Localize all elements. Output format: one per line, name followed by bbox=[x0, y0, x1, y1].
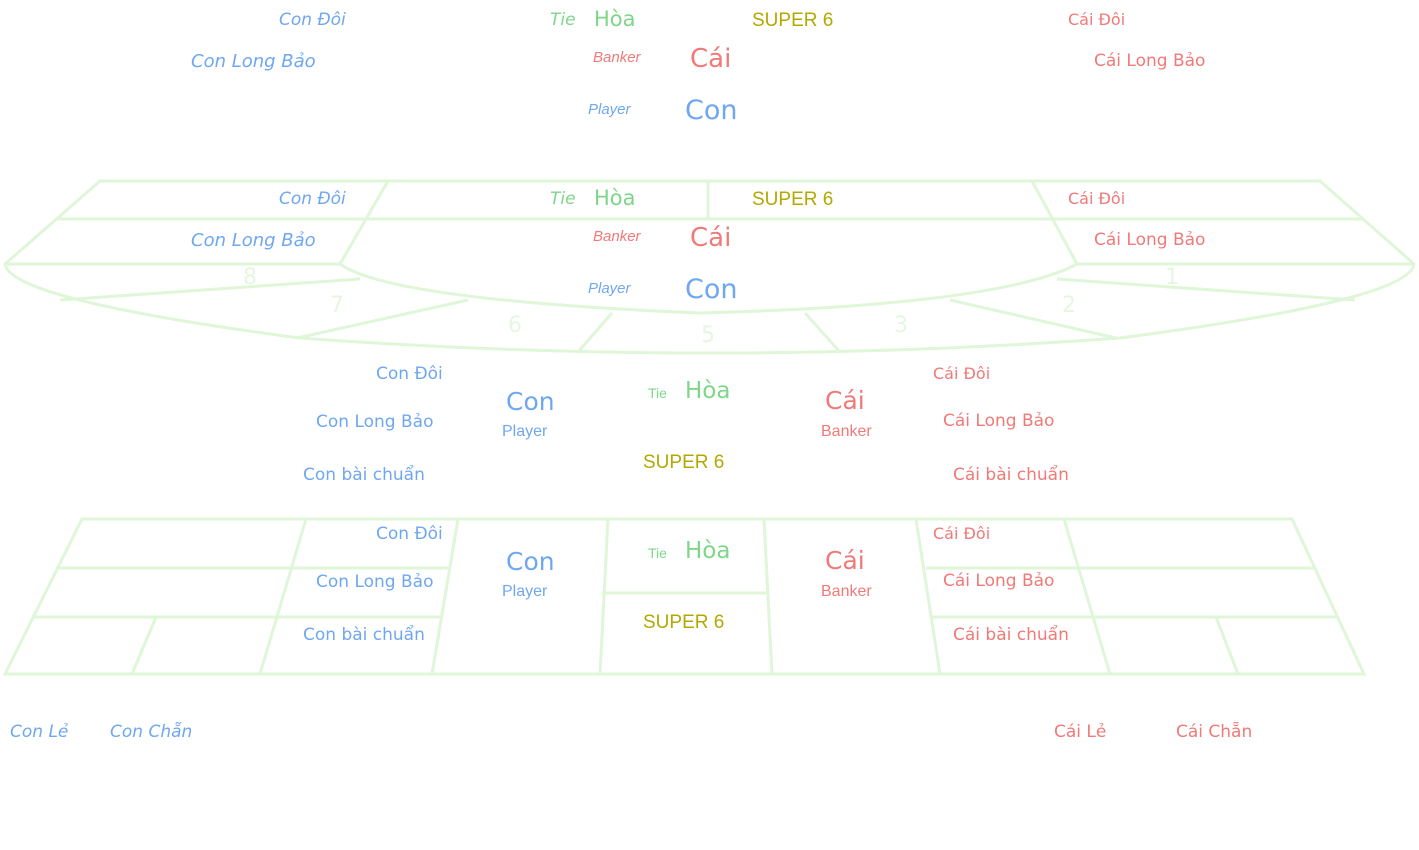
table-number: 1 bbox=[1165, 265, 1179, 290]
table-number: 5 bbox=[701, 323, 715, 348]
banker-vi-label: Cái bbox=[690, 44, 732, 74]
tie-zone[interactable]: Hòa bbox=[594, 188, 636, 209]
player-cell[interactable]: Con bbox=[506, 549, 555, 574]
table-number: 8 bbox=[243, 265, 257, 290]
banker-pair-cell[interactable]: Cái Đôi bbox=[933, 526, 990, 542]
player-pair-cell[interactable]: Con Đôi bbox=[376, 526, 443, 543]
player-en-label-mid: Player bbox=[502, 423, 548, 440]
tie-en-label: Tie bbox=[550, 10, 576, 30]
player-dragon-bonus-label-mid: Con Long Bảo bbox=[316, 412, 434, 432]
table-number: 2 bbox=[1062, 293, 1076, 318]
banker-vi-label-mid: Cái bbox=[825, 386, 865, 415]
banker-odd-label: Cái Lẻ bbox=[1054, 722, 1107, 742]
banker-en-cell: Banker bbox=[821, 583, 872, 600]
banker-even-label: Cái Chẵn bbox=[1176, 722, 1253, 742]
player-even-label: Con Chẵn bbox=[110, 722, 193, 742]
tie-en-label-mid: Tie bbox=[648, 385, 667, 401]
super6-label-mid: SUPER 6 bbox=[643, 452, 725, 473]
banker-natural-cell[interactable]: Cái bài chuẩn bbox=[953, 627, 1069, 644]
super6-zone[interactable]: SUPER 6 bbox=[752, 190, 833, 209]
player-en-zone: Player bbox=[588, 280, 631, 297]
banker-natural-label-mid: Cái bài chuẩn bbox=[953, 465, 1069, 485]
player-pair-label-mid: Con Đôi bbox=[376, 364, 443, 384]
banker-en-label-mid: Banker bbox=[821, 423, 872, 440]
table-number: 3 bbox=[894, 313, 908, 338]
banker-pair-label: Cái Đôi bbox=[1068, 10, 1126, 29]
player-dragon-bonus-cell[interactable]: Con Long Bảo bbox=[316, 574, 433, 591]
tie-vi-label-mid: Hòa bbox=[685, 378, 731, 404]
player-dragon-bonus-zone[interactable]: Con Long Bảo bbox=[191, 232, 316, 250]
player-en-cell: Player bbox=[502, 583, 548, 600]
table-number: 7 bbox=[330, 293, 344, 318]
player-dragon-bonus-label: Con Long Bảo bbox=[191, 51, 316, 72]
player-vi-label-mid: Con bbox=[506, 387, 555, 416]
super6-cell[interactable]: SUPER 6 bbox=[643, 613, 724, 632]
banker-pair-zone[interactable]: Cái Đôi bbox=[1068, 191, 1125, 207]
table-number: 6 bbox=[508, 313, 522, 338]
banker-dragon-bonus-label-mid: Cái Long Bảo bbox=[943, 411, 1055, 431]
tie-en-cell: Tie bbox=[648, 545, 667, 561]
banker-zone[interactable]: Cái bbox=[690, 225, 731, 251]
player-odd-label: Con Lẻ bbox=[10, 722, 69, 742]
player-vi-label: Con bbox=[685, 95, 738, 126]
player-natural-label-mid: Con bài chuẩn bbox=[303, 465, 425, 485]
tie-cell[interactable]: Hòa bbox=[685, 540, 730, 563]
banker-en-label: Banker bbox=[593, 49, 641, 66]
banker-dragon-bonus-zone[interactable]: Cái Long Bảo bbox=[1094, 232, 1205, 249]
banker-dragon-bonus-label: Cái Long Bảo bbox=[1094, 51, 1206, 71]
banker-dragon-bonus-cell[interactable]: Cái Long Bảo bbox=[943, 573, 1054, 590]
banker-en-zone: Banker bbox=[593, 228, 641, 245]
tie-en-zone: Tie bbox=[550, 189, 576, 209]
player-zone[interactable]: Con bbox=[685, 276, 737, 303]
player-pair-label: Con Đôi bbox=[279, 10, 346, 30]
banker-cell[interactable]: Cái bbox=[825, 548, 865, 573]
tie-vi-label: Hòa bbox=[594, 7, 636, 31]
player-natural-cell[interactable]: Con bài chuẩn bbox=[303, 627, 425, 644]
player-pair-zone[interactable]: Con Đôi bbox=[279, 191, 346, 208]
super6-label: SUPER 6 bbox=[752, 10, 834, 31]
banker-pair-label-mid: Cái Đôi bbox=[933, 364, 991, 383]
player-en-label: Player bbox=[588, 101, 631, 118]
